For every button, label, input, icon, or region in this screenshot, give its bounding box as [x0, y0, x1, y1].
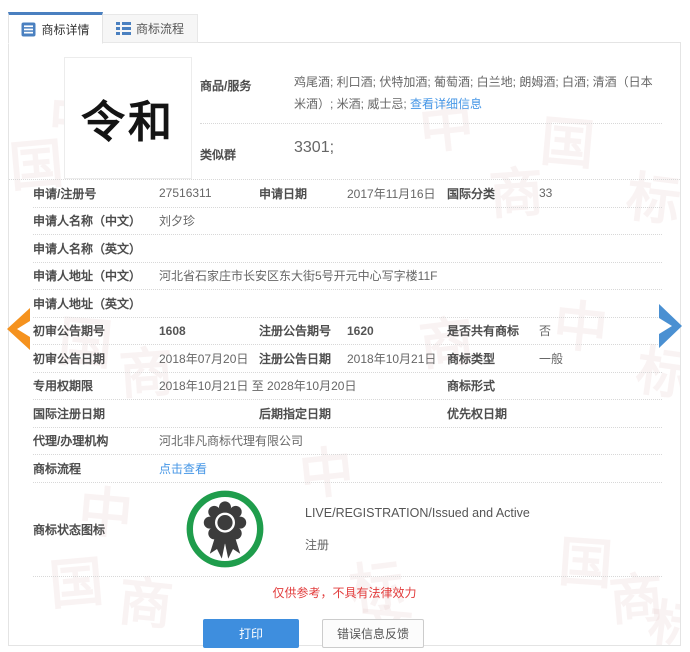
reg-announce-no-value: 1620: [347, 324, 447, 338]
print-button[interactable]: 打印: [203, 619, 299, 648]
first-trial-date-value: 2018年07月20日: [159, 350, 259, 367]
exclusive-period-label: 专用权期限: [33, 377, 159, 394]
status-icon-label: 商标状态图标: [33, 521, 159, 538]
registration-badge-icon: [185, 489, 265, 569]
applicant-cn-value: 刘夕珍: [159, 212, 662, 229]
next-arrow-button[interactable]: [658, 303, 684, 354]
tab-detail-label: 商标详情: [41, 21, 89, 38]
table-row: 代理/办理机构 河北非凡商标代理有限公司: [33, 428, 662, 456]
goods-services-value: 鸡尾酒; 利口酒; 伏特加酒; 葡萄酒; 白兰地; 朗姆酒; 白酒; 清酒（日本…: [294, 65, 662, 117]
agency-value: 河北非凡商标代理有限公司: [159, 432, 662, 449]
reg-announce-date-value: 2018年10月21日: [347, 350, 447, 367]
chevron-right-icon: [658, 303, 684, 349]
goods-detail-link[interactable]: 查看详细信息: [410, 97, 482, 111]
tab-trademark-process[interactable]: 商标流程: [103, 14, 198, 43]
reg-no-value: 27516311: [159, 186, 259, 200]
tab-bar: 商标详情 商标流程: [8, 12, 198, 43]
late-designation-date-label: 后期指定日期: [259, 405, 347, 422]
error-feedback-button[interactable]: 错误信息反馈: [322, 619, 424, 648]
table-row: 申请人名称（中文） 刘夕珍: [33, 208, 662, 236]
intl-reg-date-label: 国际注册日期: [33, 405, 159, 422]
addr-cn-value: 河北省石家庄市长安区东大街5号开元中心写字楼11F: [159, 267, 662, 284]
intl-class-label: 国际分类: [447, 185, 539, 202]
addr-cn-label: 申请人地址（中文）: [33, 267, 159, 284]
table-row: 国际注册日期 后期指定日期 优先权日期: [33, 400, 662, 428]
table-row: 初审公告期号 1608 注册公告期号 1620 是否共有商标 否: [33, 318, 662, 346]
similar-group-value: 3301;: [294, 139, 334, 157]
reg-announce-no-label: 注册公告期号: [259, 322, 347, 339]
first-trial-date-label: 初审公告日期: [33, 350, 159, 367]
first-trial-no-label: 初审公告期号: [33, 322, 159, 339]
applicant-en-label: 申请人名称（英文）: [33, 240, 159, 257]
table-row: 申请人地址（中文） 河北省石家庄市长安区东大街5号开元中心写字楼11F: [33, 263, 662, 291]
field-rows: 申请/注册号 27516311 申请日期 2017年11月16日 国际分类 33…: [9, 180, 680, 577]
apply-date-label: 申请日期: [259, 185, 347, 202]
table-row: 申请人地址（英文）: [33, 290, 662, 318]
tm-form-label: 商标形式: [447, 377, 539, 394]
table-row: 申请/注册号 27516311 申请日期 2017年11月16日 国际分类 33: [33, 180, 662, 208]
chevron-left-icon: [5, 307, 31, 351]
status-text-en: LIVE/REGISTRATION/Issued and Active: [305, 506, 530, 520]
prev-arrow-button[interactable]: [5, 307, 31, 356]
trademark-summary: 令和 商品/服务 鸡尾酒; 利口酒; 伏特加酒; 葡萄酒; 白兰地; 朗姆酒; …: [9, 43, 680, 180]
table-row: 商标流程 点击查看: [33, 455, 662, 483]
document-list-icon: [21, 22, 36, 37]
similar-group-label: 类似群: [200, 134, 294, 163]
status-row: 商标状态图标 LIVE/REGISTRATION/Issu: [33, 483, 662, 577]
table-row: 初审公告日期 2018年07月20日 注册公告日期 2018年10月21日 商标…: [33, 345, 662, 373]
reg-announce-date-label: 注册公告日期: [259, 350, 347, 367]
tm-type-value: 一般: [539, 350, 662, 367]
status-text-cn: 注册: [305, 536, 530, 553]
agency-label: 代理/办理机构: [33, 432, 159, 449]
applicant-cn-label: 申请人名称（中文）: [33, 212, 159, 229]
goods-services-label: 商品/服务: [200, 65, 294, 117]
reg-no-label: 申请/注册号: [33, 185, 159, 202]
tm-type-label: 商标类型: [447, 350, 539, 367]
trademark-image-text: 令和: [81, 86, 175, 150]
footer-actions: 打印 错误信息反馈: [9, 607, 680, 648]
exclusive-period-value: 2018年10月21日 至 2028年10月20日: [159, 377, 447, 394]
priority-date-label: 优先权日期: [447, 405, 539, 422]
table-row: 申请人名称（英文）: [33, 235, 662, 263]
trademark-detail-card: 中 国 商 标 中 国 中 商 国 商 标 中 中 国 商 标 国 商 标 商 …: [8, 42, 681, 646]
apply-date-value: 2017年11月16日: [347, 185, 447, 202]
bullet-list-icon: [116, 22, 131, 35]
first-trial-no-value: 1608: [159, 324, 259, 338]
addr-en-label: 申请人地址（英文）: [33, 295, 159, 312]
process-label: 商标流程: [33, 460, 159, 477]
table-row: 专用权期限 2018年10月21日 至 2028年10月20日 商标形式: [33, 373, 662, 401]
legal-disclaimer: 仅供参考，不具有法律效力: [9, 577, 680, 607]
trademark-image: 令和: [64, 57, 192, 179]
process-view-link[interactable]: 点击查看: [159, 462, 207, 476]
intl-class-value: 33: [539, 186, 662, 200]
tab-process-label: 商标流程: [136, 20, 184, 37]
shared-label: 是否共有商标: [447, 322, 539, 339]
tab-trademark-detail[interactable]: 商标详情: [8, 12, 103, 44]
shared-value: 否: [539, 322, 662, 339]
